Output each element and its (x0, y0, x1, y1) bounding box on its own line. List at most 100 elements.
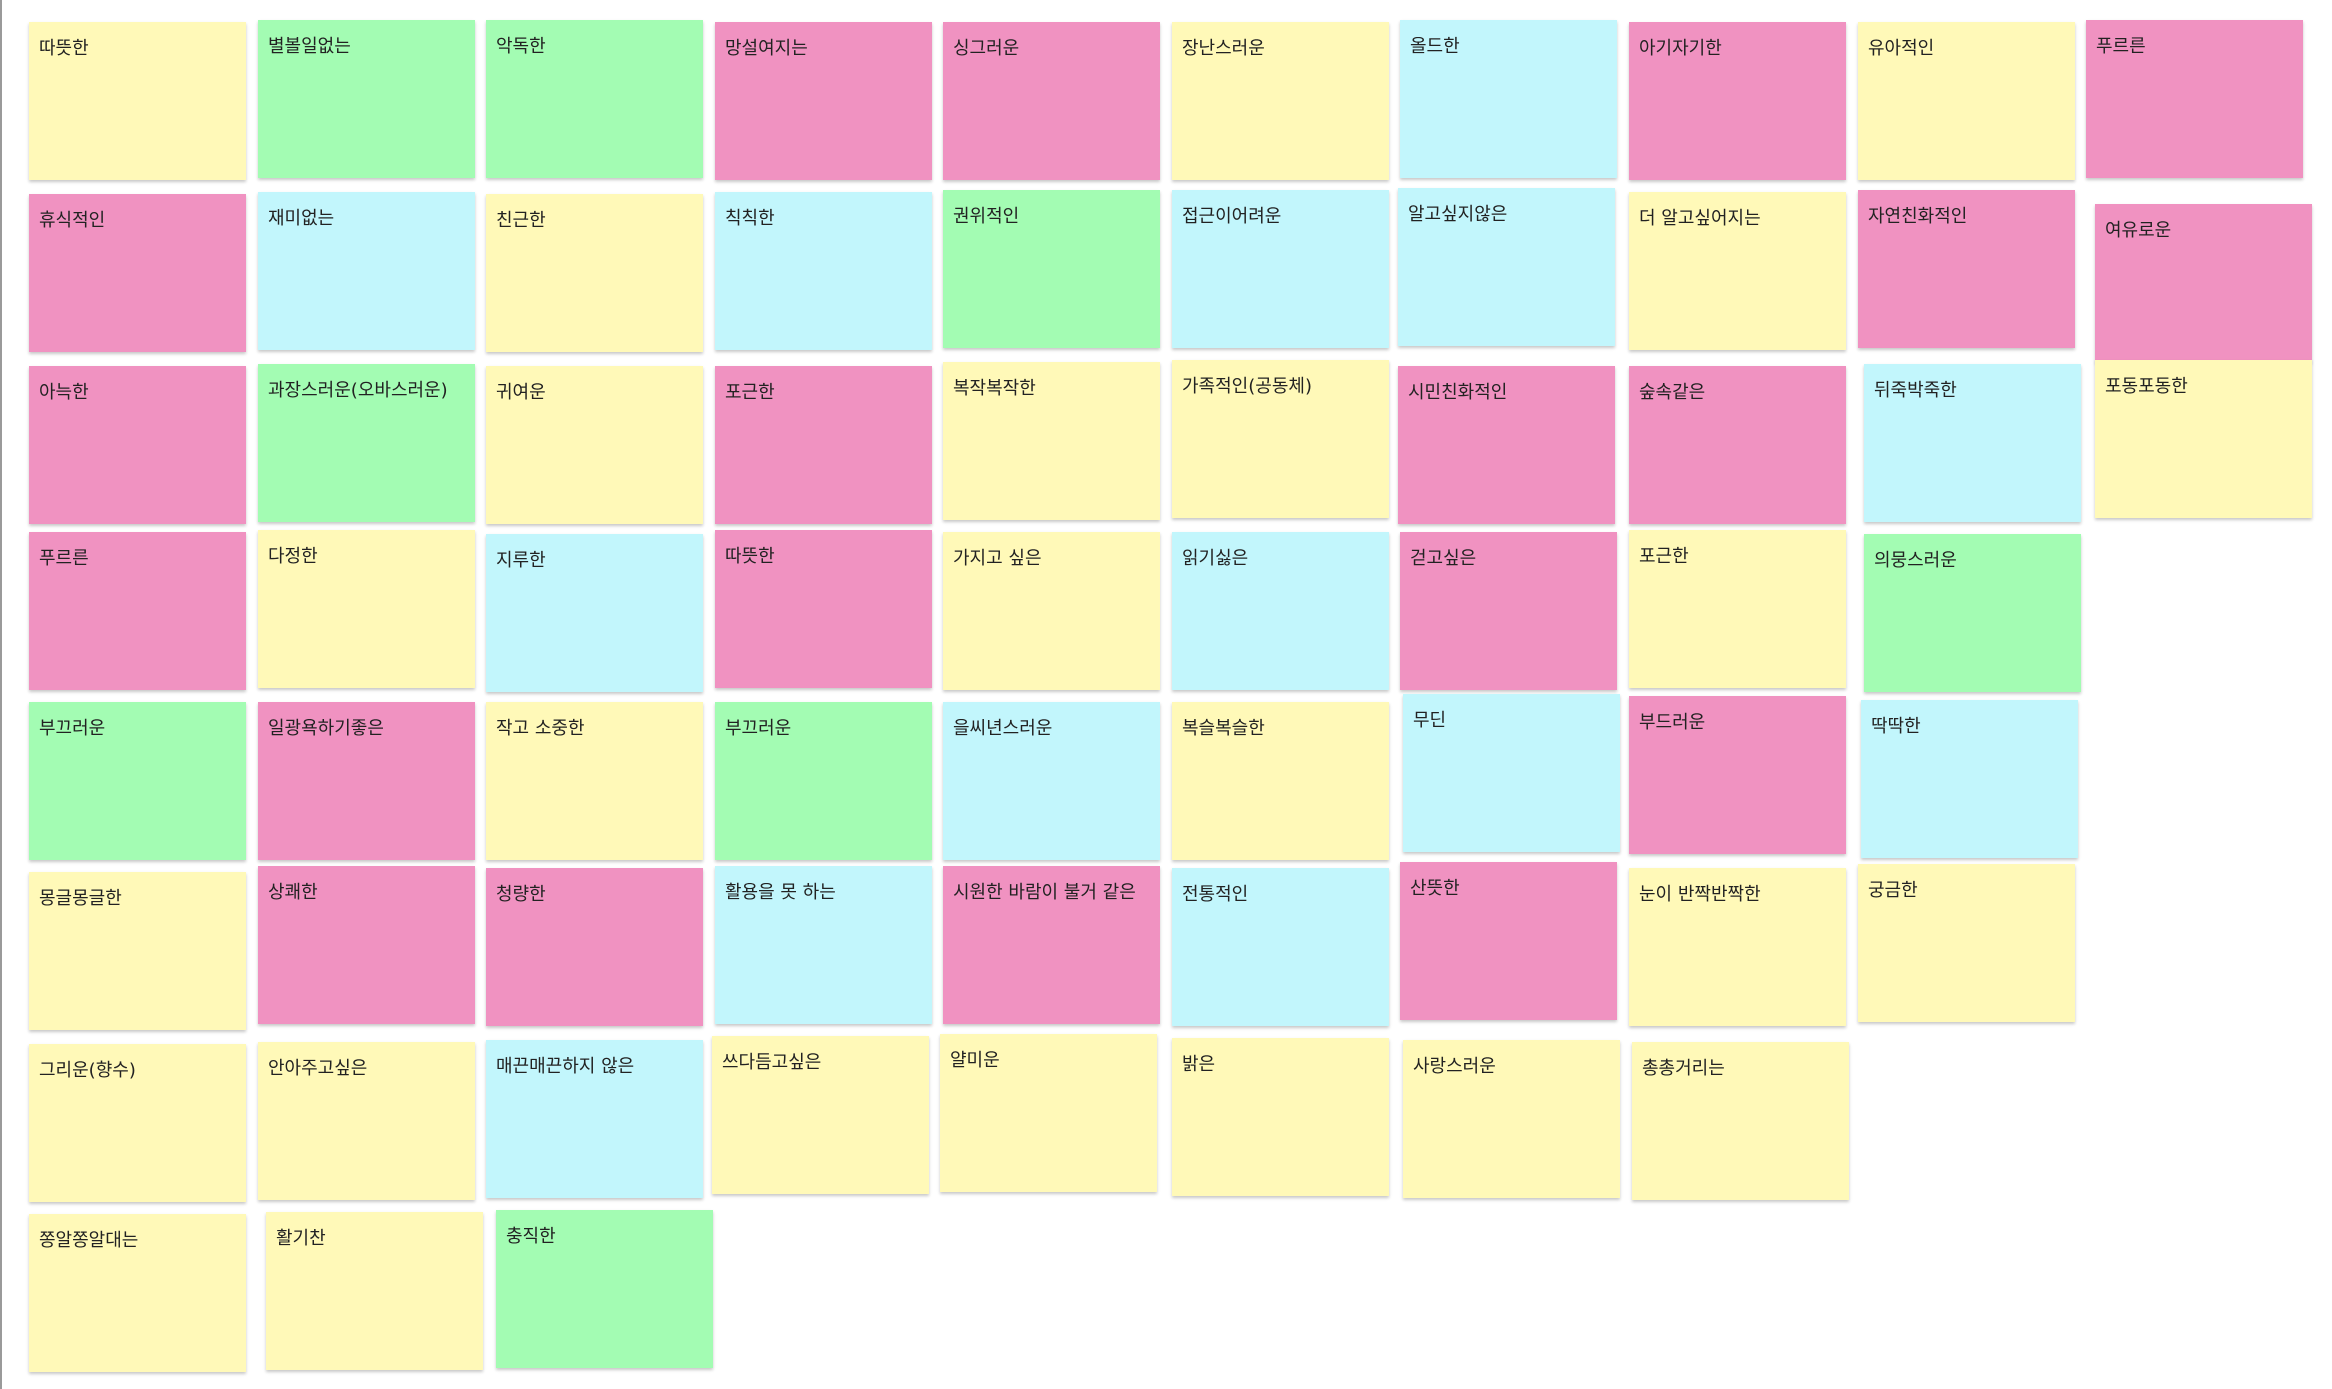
sticky-note[interactable]: 유아적인 (1858, 22, 2075, 180)
sticky-note-label: 활용을 못 하는 (725, 882, 836, 903)
sticky-note[interactable]: 밝은 (1172, 1038, 1389, 1196)
sticky-note[interactable]: 일광욕하기좋은 (258, 702, 475, 860)
sticky-note-label: 자연친화적인 (1868, 206, 1968, 227)
sticky-note[interactable]: 푸르른 (29, 532, 246, 690)
sticky-note[interactable]: 다정한 (258, 530, 475, 688)
sticky-note-label: 따뜻한 (39, 38, 89, 59)
sticky-note-label: 의뭉스러운 (1874, 550, 1957, 571)
sticky-note[interactable]: 접근이어려운 (1172, 190, 1389, 348)
sticky-note[interactable]: 가족적인(공동체) (1172, 360, 1389, 518)
sticky-note-label: 유아적인 (1868, 38, 1935, 59)
sticky-note-label: 여유로운 (2105, 220, 2172, 241)
sticky-note[interactable]: 칙칙한 (715, 192, 932, 350)
sticky-note[interactable]: 귀여운 (486, 366, 703, 524)
sticky-note[interactable]: 여유로운 (2095, 204, 2312, 362)
sticky-note[interactable]: 무딘 (1403, 694, 1620, 852)
sticky-note[interactable]: 작고 소중한 (486, 702, 703, 860)
sticky-note-label: 푸르른 (39, 548, 89, 569)
sticky-note-label: 칙칙한 (725, 208, 775, 229)
sticky-note[interactable]: 별볼일없는 (258, 20, 475, 178)
sticky-note[interactable]: 휴식적인 (29, 194, 246, 352)
sticky-note[interactable]: 포근한 (715, 366, 932, 524)
sticky-note-label: 뒤죽박죽한 (1874, 380, 1957, 401)
sticky-note[interactable]: 총총거리는 (1632, 1042, 1849, 1200)
sticky-note[interactable]: 자연친화적인 (1858, 190, 2075, 348)
sticky-note[interactable]: 포근한 (1629, 530, 1846, 688)
sticky-note[interactable]: 아늑한 (29, 366, 246, 524)
sticky-note-label: 쫑알쫑알대는 (39, 1230, 139, 1251)
sticky-note[interactable]: 따뜻한 (29, 22, 246, 180)
sticky-note[interactable]: 과장스러운(오바스러운) (258, 364, 475, 522)
sticky-note[interactable]: 사랑스러운 (1403, 1040, 1620, 1198)
sticky-note[interactable]: 시민친화적인 (1398, 366, 1615, 524)
sticky-note[interactable]: 복작복작한 (943, 362, 1160, 520)
sticky-note[interactable]: 복슬복슬한 (1172, 702, 1389, 860)
sticky-note[interactable]: 시원한 바람이 불거 같은 (943, 866, 1160, 1024)
sticky-note[interactable]: 활기찬 (266, 1212, 483, 1370)
sticky-note-label: 얄미운 (950, 1050, 1000, 1071)
sticky-note[interactable]: 더 알고싶어지는 (1629, 192, 1846, 350)
sticky-note-label: 작고 소중한 (496, 718, 585, 739)
sticky-note-label: 시원한 바람이 불거 같은 (953, 882, 1136, 903)
sticky-note[interactable]: 걷고싶은 (1400, 532, 1617, 690)
sticky-note[interactable]: 부끄러운 (715, 702, 932, 860)
sticky-note-label: 산뜻한 (1410, 878, 1460, 899)
sticky-note[interactable]: 뒤죽박죽한 (1864, 364, 2081, 522)
sticky-note-label: 아늑한 (39, 382, 89, 403)
sticky-note[interactable]: 포동포동한 (2095, 360, 2312, 518)
sticky-note-label: 딱딱한 (1871, 716, 1921, 737)
sticky-note-label: 푸르른 (2096, 36, 2146, 57)
sticky-note-label: 쓰다듬고싶은 (722, 1052, 822, 1073)
sticky-note[interactable]: 얄미운 (940, 1034, 1157, 1192)
sticky-note-label: 그리운(향수) (39, 1060, 136, 1081)
sticky-note[interactable]: 충직한 (496, 1210, 713, 1368)
sticky-note[interactable]: 눈이 반짝반짝한 (1629, 868, 1846, 1026)
sticky-note[interactable]: 산뜻한 (1400, 862, 1617, 1020)
sticky-note[interactable]: 활용을 못 하는 (715, 866, 932, 1024)
sticky-note[interactable]: 올드한 (1400, 20, 1617, 178)
sticky-note[interactable]: 쓰다듬고싶은 (712, 1036, 929, 1194)
sticky-note-label: 전통적인 (1182, 884, 1249, 905)
sticky-note[interactable]: 알고싶지않은 (1398, 188, 1615, 346)
sticky-note-label: 밝은 (1182, 1054, 1216, 1075)
sticky-note-label: 충직한 (506, 1226, 556, 1247)
sticky-note[interactable]: 매끈매끈하지 않은 (486, 1040, 703, 1198)
sticky-note[interactable]: 몽글몽글한 (29, 872, 246, 1030)
sticky-note[interactable]: 가지고 싶은 (943, 532, 1160, 690)
sticky-note[interactable]: 악독한 (486, 20, 703, 178)
sticky-note[interactable]: 안아주고싶은 (258, 1042, 475, 1200)
sticky-note-label: 접근이어려운 (1182, 206, 1282, 227)
sticky-note[interactable]: 재미없는 (258, 192, 475, 350)
sticky-note[interactable]: 따뜻한 (715, 530, 932, 688)
sticky-note[interactable]: 부드러운 (1629, 696, 1846, 854)
sticky-note[interactable]: 읽기싫은 (1172, 532, 1389, 690)
sticky-note[interactable]: 장난스러운 (1172, 22, 1389, 180)
sticky-note[interactable]: 권위적인 (943, 190, 1160, 348)
sticky-note[interactable]: 을씨년스러운 (943, 702, 1160, 860)
sticky-note[interactable]: 의뭉스러운 (1864, 534, 2081, 692)
sticky-note[interactable]: 궁금한 (1858, 864, 2075, 1022)
sticky-note-label: 부끄러운 (39, 718, 106, 739)
sticky-note[interactable]: 친근한 (486, 194, 703, 352)
sticky-note[interactable]: 전통적인 (1172, 868, 1389, 1026)
sticky-note[interactable]: 부끄러운 (29, 702, 246, 860)
sticky-note-label: 총총거리는 (1642, 1058, 1725, 1079)
sticky-note[interactable]: 아기자기한 (1629, 22, 1846, 180)
sticky-note-label: 눈이 반짝반짝한 (1639, 884, 1761, 905)
sticky-note[interactable]: 싱그러운 (943, 22, 1160, 180)
sticky-note[interactable]: 숲속같은 (1629, 366, 1846, 524)
sticky-note[interactable]: 청량한 (486, 868, 703, 1026)
sticky-note-label: 시민친화적인 (1408, 382, 1508, 403)
sticky-note-label: 청량한 (496, 884, 546, 905)
sticky-note[interactable]: 쫑알쫑알대는 (29, 1214, 246, 1372)
sticky-note[interactable]: 푸르른 (2086, 20, 2303, 178)
sticky-note-label: 재미없는 (268, 208, 335, 229)
sticky-note-label: 부드러운 (1639, 712, 1706, 733)
sticky-note[interactable]: 딱딱한 (1861, 700, 2078, 858)
sticky-note[interactable]: 지루한 (486, 534, 703, 692)
sticky-note-label: 사랑스러운 (1413, 1056, 1496, 1077)
sticky-note[interactable]: 그리운(향수) (29, 1044, 246, 1202)
sticky-note-label: 상쾌한 (268, 882, 318, 903)
sticky-note[interactable]: 망설여지는 (715, 22, 932, 180)
sticky-note[interactable]: 상쾌한 (258, 866, 475, 1024)
